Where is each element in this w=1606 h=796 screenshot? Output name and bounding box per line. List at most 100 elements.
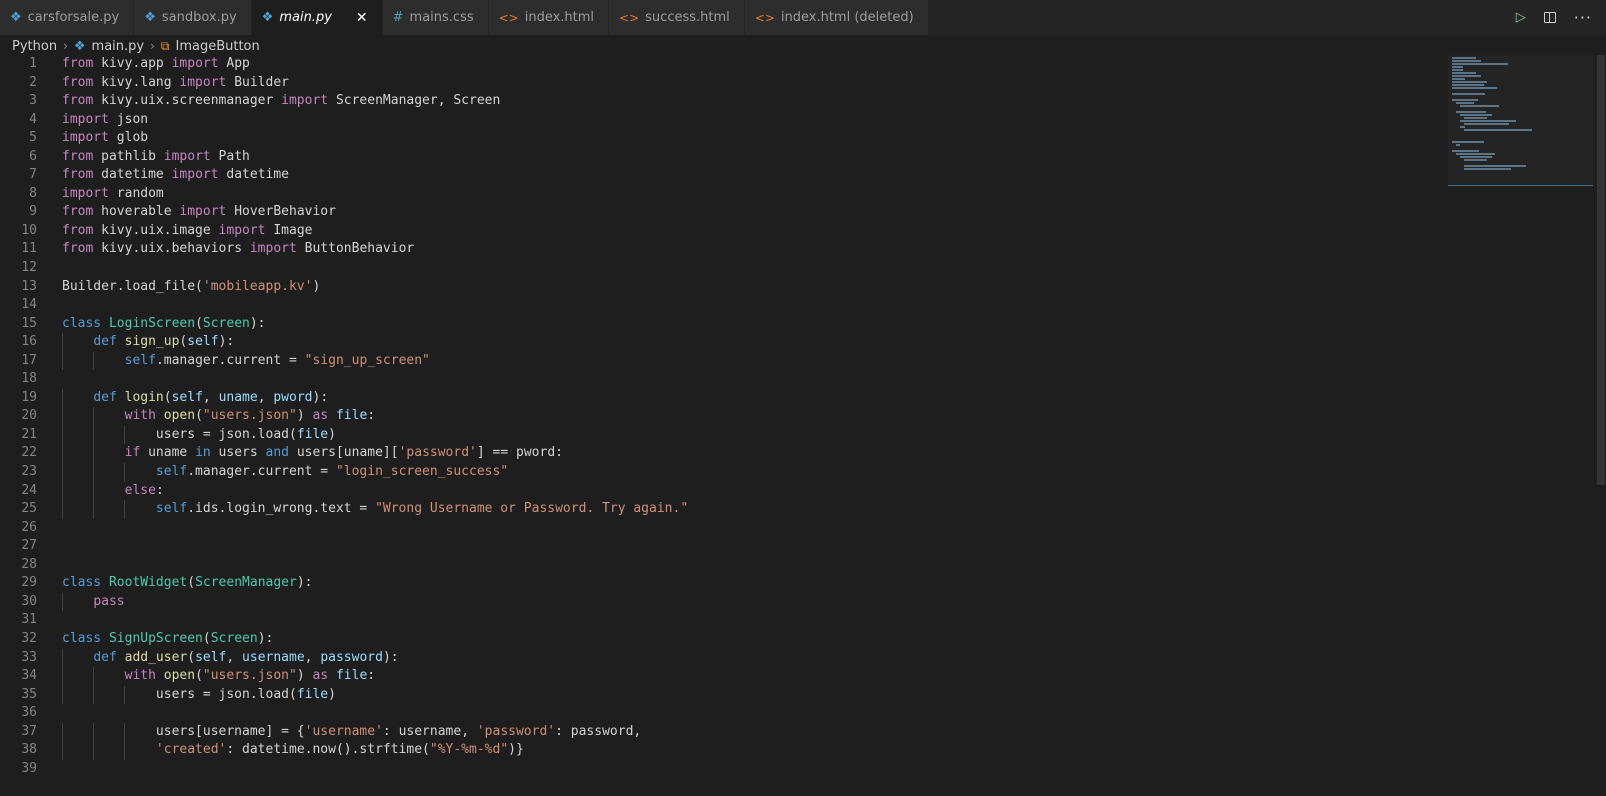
minimap[interactable] (1448, 55, 1593, 796)
minimap-line (1452, 150, 1479, 152)
code-token: pword (273, 389, 313, 405)
code-token: Path (210, 148, 250, 164)
code-line[interactable]: 32 class SignUpScreen(Screen): (0, 630, 1450, 649)
code-line[interactable]: 38 'created': datetime.now().strftime("%… (0, 741, 1450, 760)
code-token: import (62, 111, 109, 127)
code-line[interactable]: 14 (0, 296, 1450, 315)
code-token: uname (218, 389, 258, 405)
code-line[interactable]: 30 pass (0, 592, 1450, 612)
code-line[interactable]: 18 (0, 370, 1450, 389)
code-line[interactable]: 2 from kivy.lang import Builder (0, 74, 1450, 93)
code-line[interactable]: 23 self.manager.current = "login_screen_… (0, 463, 1450, 482)
code-line[interactable]: 16 def sign_up(self): (0, 333, 1450, 352)
breadcrumb-symbol[interactable]: ImageButton (175, 39, 259, 54)
tab-index-html[interactable]: <> index.html (488, 0, 610, 35)
code-line[interactable]: 15 class LoginScreen(Screen): (0, 315, 1450, 334)
code-line[interactable]: 34 with open("users.json") as file: (0, 667, 1450, 686)
code-line[interactable]: 4 import json (0, 111, 1450, 130)
code-line[interactable]: 12 (0, 259, 1450, 278)
code-line[interactable]: 25 self.ids.login_wrong.text = "Wrong Us… (0, 500, 1450, 519)
code-line[interactable]: 11 from kivy.uix.behaviors import ButtonB… (0, 240, 1450, 259)
code-line[interactable]: 22 if uname in users and users[uname]['p… (0, 444, 1450, 464)
line-number: 7 (29, 167, 37, 183)
code-line[interactable]: 9 from hoverable import HoverBehavior (0, 203, 1450, 222)
code-line[interactable]: 17 self.manager.current = "sign_up_scree… (0, 351, 1450, 371)
code-line[interactable]: 6 from pathlib import Path (0, 148, 1450, 167)
code-token: ButtonBehavior (296, 241, 415, 257)
code-line[interactable]: 13 Builder.load_file('mobileapp.kv') (0, 278, 1450, 297)
code-token: "login_screen_success" (335, 464, 509, 480)
line-number: 9 (29, 204, 37, 220)
line-number: 25 (21, 501, 37, 517)
tab-carsforsale[interactable]: ❖ carsforsale.py (0, 0, 135, 35)
code-line[interactable]: 37 users[username] = {'username': userna… (0, 722, 1450, 742)
code-line[interactable]: 1 from kivy.app import App (0, 55, 1450, 74)
breadcrumb-file[interactable]: main.py (92, 39, 145, 54)
tab-main[interactable]: ❖ main.py ✕ (251, 0, 383, 35)
minimap-line (1452, 66, 1463, 68)
code-text: with open("users.json") as file: (62, 407, 375, 426)
code-line[interactable]: 27 (0, 537, 1450, 556)
tab-index-html-deleted[interactable]: <> index.html (deleted) (744, 0, 929, 35)
breadcrumb-folder[interactable]: Python (12, 39, 57, 54)
split-editor-icon[interactable] (1543, 12, 1556, 23)
code-line[interactable]: 3 from kivy.uix.screenmanager import Scre… (0, 92, 1450, 111)
code-line[interactable]: 35 users = json.load(file) (0, 685, 1450, 705)
tab-mains-css[interactable]: # mains.css (382, 0, 489, 35)
code-token: kivy.uix.image (93, 222, 219, 238)
indent-guide (93, 741, 95, 760)
code-token: ): (218, 334, 235, 350)
minimap-line (1452, 63, 1508, 65)
code-line[interactable]: 5 import glob (0, 129, 1450, 148)
code-line[interactable]: 19 def login(self, uname, pword): (0, 388, 1450, 408)
line-number: 10 (21, 222, 37, 238)
code-line[interactable]: 29 class RootWidget(ScreenManager): (0, 574, 1450, 593)
indent-guide (93, 425, 95, 445)
code-text: from kivy.uix.screenmanager import Scree… (62, 92, 500, 111)
code-token: glob (108, 130, 149, 146)
indent-guide (124, 685, 126, 705)
code-line[interactable]: 20 with open("users.json") as file: (0, 407, 1450, 426)
tab-success-html[interactable]: <> success.html (609, 0, 745, 35)
line-number: 32 (21, 630, 37, 646)
code-text: import random (62, 185, 164, 204)
code-line[interactable]: 39 (0, 760, 1450, 779)
minimap-line (1452, 81, 1487, 83)
more-actions-icon[interactable]: ··· (1574, 8, 1592, 27)
code-token: as (312, 408, 329, 424)
indent-guide (62, 685, 63, 705)
minimap-line (1452, 84, 1484, 86)
code-token: RootWidget (108, 575, 188, 591)
minimap-line (1452, 57, 1476, 59)
scrollbar-thumb[interactable] (1597, 55, 1605, 485)
tab-label: success.html (645, 10, 730, 25)
close-icon[interactable]: ✕ (356, 10, 368, 26)
code-line[interactable]: 28 (0, 556, 1450, 575)
indent-guide (93, 444, 95, 464)
minimap-line (1464, 129, 1532, 131)
tab-sandbox[interactable]: ❖ sandbox.py (134, 0, 252, 35)
code-line[interactable]: 33 def add_user(self, username, password… (0, 648, 1450, 668)
code-token: : (367, 408, 376, 424)
code-line[interactable]: 26 (0, 519, 1450, 538)
code-token: random (108, 185, 164, 201)
line-number: 5 (29, 130, 37, 146)
code-token: from (62, 93, 94, 109)
minimap-line (1452, 69, 1463, 71)
code-editor[interactable]: 1 from kivy.app import App 2 from kivy.lang… (0, 55, 1450, 796)
vertical-scrollbar[interactable] (1596, 55, 1606, 796)
run-icon[interactable]: ▷ (1516, 10, 1526, 25)
minimap-line (1464, 159, 1487, 161)
minimap-line (1460, 105, 1499, 107)
code-line[interactable]: 21 users = json.load(file) (0, 425, 1450, 445)
code-token: hoverable (93, 204, 180, 220)
code-line[interactable]: 36 (0, 704, 1450, 723)
tab-label: index.html (524, 10, 595, 25)
code-line[interactable]: 24 else: (0, 481, 1450, 501)
code-line[interactable]: 8 import random (0, 185, 1450, 204)
code-line[interactable]: 31 (0, 611, 1450, 630)
code-line[interactable]: 10 from kivy.uix.image import Image (0, 222, 1450, 241)
code-line[interactable]: 7 from datetime import datetime (0, 166, 1450, 185)
code-token: "Wrong Username or Password. Try again." (375, 501, 689, 517)
